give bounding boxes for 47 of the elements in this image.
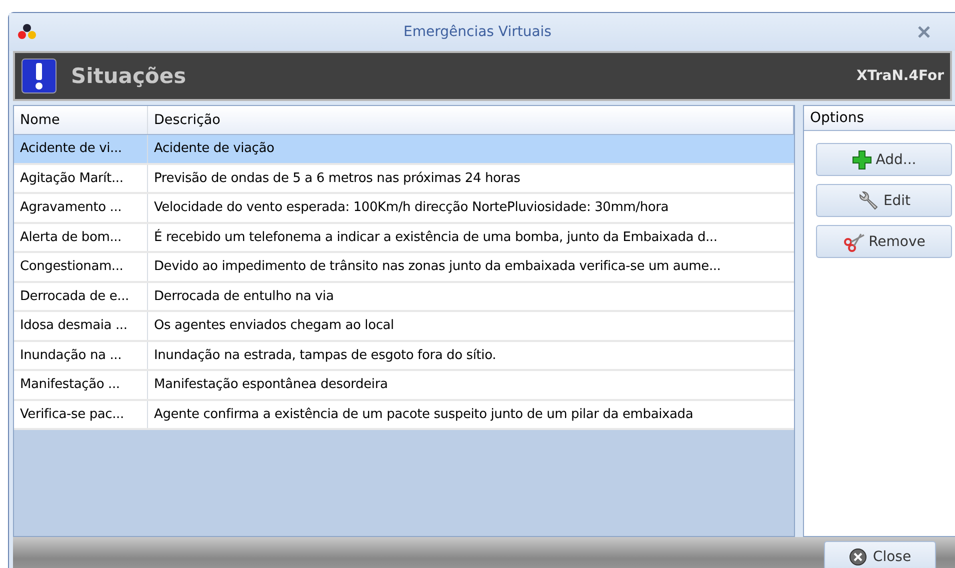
exclamation-icon [21, 58, 57, 94]
column-header[interactable]: Descrição [148, 106, 794, 134]
table-cell: Agravamento ... [14, 194, 148, 222]
table-cell-text: Manifestação espontânea desordeira [153, 376, 389, 394]
column-header[interactable]: Nome [14, 106, 148, 134]
table-row[interactable]: Derrocada de e... Derrocada de entulho na via [14, 282, 794, 312]
table-cell-text: É recebido um telefonema a indicar a existência de uma bomba, junto da Embaixada d... [153, 228, 718, 246]
table-cell: Alerta de bom... [14, 224, 148, 251]
table-cell-text: Acidente de viação [153, 140, 276, 158]
table-cell-text: Os agentes enviados chegam ao local [153, 317, 395, 335]
table-row[interactable]: Manifestação ... Manifestação espontânea desordeira [14, 371, 794, 400]
table-cell: Verifica-se pac... [14, 400, 148, 428]
table-row[interactable]: Verifica-se pac... Agente confirma a existência de um pacote suspeito junto de um pilar da embaixada [14, 400, 794, 430]
table-row[interactable]: Acidente de vi... Acidente de viação [14, 135, 794, 164]
close-icon[interactable] [918, 26, 930, 38]
table-row[interactable]: Inundação na ... Inundação na estrada, tampas de esgoto fora do sítio. [14, 342, 794, 371]
table-cell-text: Inundação na estrada, tampas de esgoto fora do sítio. [153, 346, 498, 364]
table-cell: Agitação Marít... [14, 164, 148, 192]
table-cell: Manifestação ... [14, 371, 148, 398]
table-row[interactable]: Agravamento ... Velocidade do vento esperada: 100Km/h direcção NortePluviosidade: 30mm/hora [14, 194, 794, 224]
remove-button[interactable]: Remove [816, 225, 952, 258]
table-row[interactable]: Idosa desmaia ... Os agentes enviados chegam ao local [14, 312, 794, 342]
table-cell: Idosa desmaia ... [14, 312, 148, 340]
table-cell-text: Previsão de ondas de 5 a 6 metros nas próximas 24 horas [153, 170, 522, 188]
edit-button[interactable]: Edit [816, 184, 952, 217]
table-cell: Derrocada de e... [14, 282, 148, 310]
table-cell: Inundação na ... [14, 342, 148, 369]
table-cell-text: Derrocada de entulho na via [153, 288, 335, 306]
table-cell: Acidente de vi... [14, 135, 148, 162]
table-cell-text: Agente confirma a existência de um pacote suspeito junto de um pilar da embaixada [153, 406, 694, 424]
add-button[interactable]: Add... [816, 143, 952, 176]
panel-title: Options [804, 106, 955, 131]
wrench-icon [857, 190, 880, 212]
section-title: Situações [71, 64, 188, 88]
table-row[interactable]: Alerta de bom... É recebido um telefonema a indicar a existência de uma bomba, junto da Embaixada d... [14, 224, 794, 253]
plus-icon [852, 150, 872, 170]
scissors-icon [842, 232, 865, 252]
app-logo-icon [17, 23, 37, 41]
close-icon [848, 548, 867, 566]
table-row[interactable]: Congestionam... Devido ao impedimento de trânsito nas zonas junto da embaixada verifica-se um aume... [14, 253, 794, 282]
table-cell-text: Velocidade do vento esperada: 100Km/h direcção NortePluviosidade: 30mm/hora [153, 199, 670, 217]
table-cell-text: Devido ao impedimento de trânsito nas zonas junto da embaixada verifica-se um aume... [153, 258, 722, 276]
brand-label: XTraN.4For [856, 68, 944, 84]
close-button[interactable]: Close [824, 541, 936, 568]
window-title: Emergências Virtuais [402, 24, 552, 40]
table-row[interactable]: Agitação Marít... Previsão de ondas de 5 a 6 metros nas próximas 24 horas [14, 164, 794, 194]
table-cell: Congestionam... [14, 253, 148, 280]
